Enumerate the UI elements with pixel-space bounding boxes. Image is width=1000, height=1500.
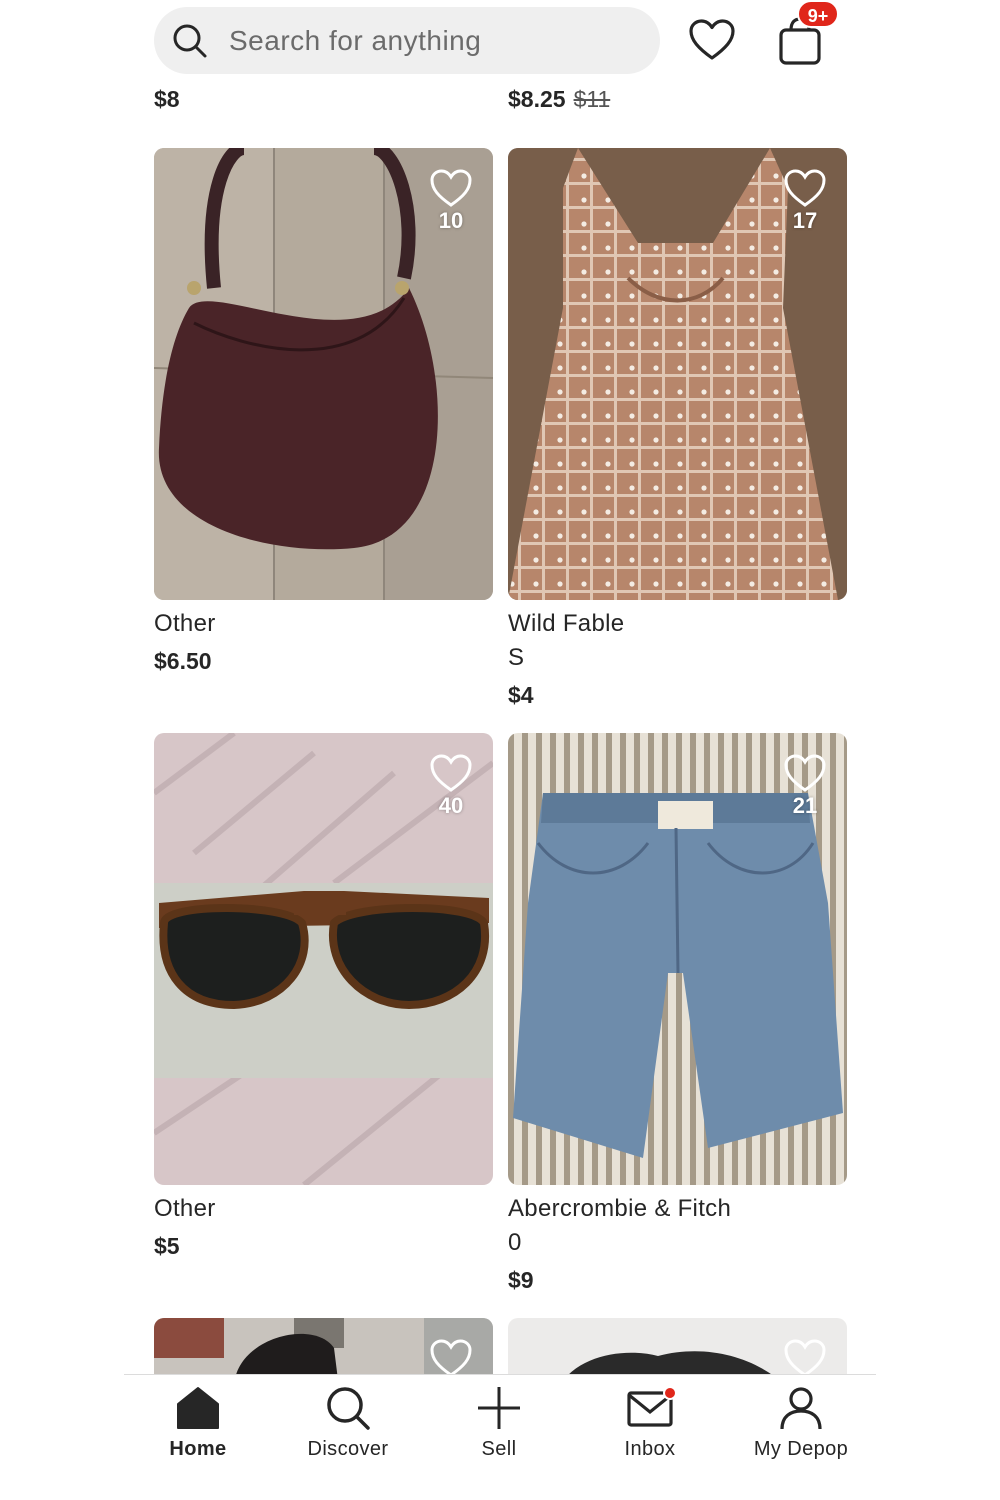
saved-items-heart-icon[interactable]	[688, 18, 736, 62]
person-icon	[780, 1387, 822, 1430]
product-card[interactable]: 40 Other $5	[154, 733, 493, 1260]
product-image-bag[interactable]: 10	[154, 148, 493, 600]
nav-label-sell: Sell	[481, 1438, 517, 1460]
product-image-sunglasses[interactable]: 40	[154, 733, 493, 1185]
like-button[interactable]: 21	[783, 753, 827, 819]
like-count: 21	[792, 793, 818, 818]
product-price: $4	[508, 682, 534, 708]
product-size: S	[508, 644, 525, 671]
product-image-shorts[interactable]: 21	[508, 733, 847, 1185]
nav-label-inbox: Inbox	[624, 1438, 676, 1460]
nav-label-home: Home	[169, 1438, 227, 1460]
original-price: $11	[573, 86, 611, 112]
search-bar[interactable]: Search for anything	[154, 7, 660, 74]
heart-icon[interactable]	[783, 1338, 827, 1378]
nav-label-discover: Discover	[307, 1438, 389, 1460]
cart-count-badge: 9+	[797, 0, 839, 28]
heart-icon	[430, 754, 472, 792]
nav-discover[interactable]: Discover	[273, 1384, 423, 1461]
search-icon	[327, 1387, 370, 1430]
product-brand: Other	[154, 610, 216, 637]
bottom-navigation: Home Discover Sell Inbox My Depop	[0, 1374, 1000, 1500]
unread-dot	[663, 1386, 677, 1400]
search-icon	[173, 24, 207, 58]
sale-price: $8.25	[508, 86, 566, 112]
product-price: $6.50	[154, 648, 212, 674]
nav-inbox[interactable]: Inbox	[575, 1384, 725, 1461]
product-brand: Abercrombie & Fitch	[508, 1195, 732, 1222]
like-count: 40	[438, 793, 464, 818]
like-button[interactable]: 10	[429, 168, 473, 234]
product-card[interactable]: 17 Wild Fable S $4	[508, 148, 847, 709]
home-icon	[177, 1387, 219, 1429]
like-button[interactable]: 40	[429, 753, 473, 819]
nav-label-my-depop: My Depop	[753, 1438, 849, 1460]
nav-home[interactable]: Home	[123, 1384, 273, 1461]
product-card[interactable]: 10 Other $6.50	[154, 148, 493, 675]
plus-icon	[478, 1387, 520, 1429]
partial-price-left: $8	[154, 86, 180, 112]
product-price: $9	[508, 1267, 534, 1293]
heart-icon	[784, 754, 826, 792]
heart-icon	[430, 169, 472, 207]
nav-my-depop[interactable]: My Depop	[726, 1384, 876, 1461]
nav-sell[interactable]: Sell	[424, 1384, 574, 1461]
partial-price-right: $8.25 $11	[508, 86, 610, 113]
like-count: 17	[792, 208, 818, 233]
like-button[interactable]: 17	[783, 168, 827, 234]
product-price: $5	[154, 1233, 180, 1259]
product-brand: Other	[154, 1195, 216, 1222]
product-card[interactable]: 21 Abercrombie & Fitch 0 $9	[508, 733, 847, 1294]
nav-divider	[124, 1374, 876, 1375]
product-image-dress[interactable]: 17	[508, 148, 847, 600]
top-bar: Search for anything 9+	[0, 0, 1000, 85]
search-placeholder: Search for anything	[229, 25, 482, 56]
heart-icon[interactable]	[429, 1338, 473, 1378]
heart-icon	[784, 169, 826, 207]
product-brand: Wild Fable	[508, 610, 625, 637]
product-size: 0	[508, 1229, 522, 1256]
like-count: 10	[438, 208, 464, 233]
